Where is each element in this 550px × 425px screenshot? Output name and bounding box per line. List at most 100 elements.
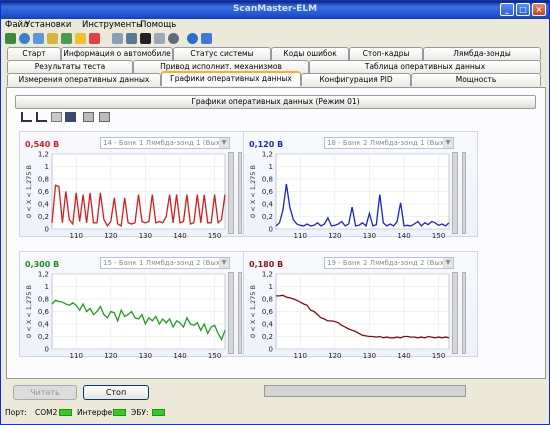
y-axis-label: 0 < X < 1,275 В: [249, 285, 257, 338]
read-button[interactable]: Читать: [13, 385, 77, 400]
x-tick-label: 140: [397, 232, 410, 238]
y-axis-label: 0 < X < 1,275 В: [25, 165, 33, 218]
dashboard-icon[interactable]: [47, 33, 58, 44]
y-axis-label: 0 < X < 1,275 В: [25, 285, 33, 338]
tab-lambda-sensors[interactable]: Лямбда-зонды: [423, 47, 541, 60]
x-tick-label: 140: [173, 232, 186, 238]
tab-live-data-graphs[interactable]: Графики оперативных данных: [161, 71, 301, 86]
monitor-icon[interactable]: [33, 33, 44, 44]
x-tick-label: 120: [104, 352, 117, 358]
tab-test-results[interactable]: Результаты теста: [7, 60, 133, 73]
horizontal-scrollbar[interactable]: [264, 385, 466, 397]
range-slider[interactable]: [228, 152, 234, 234]
y-tick-label: 0,8: [262, 176, 273, 184]
chart-panel-3: 0,300 В 15 - Банк 1 Лямбда-зонд 2 (Выход…: [19, 251, 254, 358]
window-title: ScanMaster-ELM: [232, 4, 318, 14]
port-value: COM2: [35, 408, 58, 417]
x-tick-label: 130: [363, 232, 376, 238]
tab-power[interactable]: Мощность: [411, 73, 541, 86]
about-icon[interactable]: [201, 33, 212, 44]
x-tick-label: 150: [432, 232, 445, 238]
minimize-button[interactable]: _: [500, 3, 514, 16]
tab-live-data-measure[interactable]: Измерения оперативных данных: [7, 73, 161, 86]
y-tick-label: 0: [269, 346, 273, 354]
line-chart: 0 0,2 0,4 0,6 0,8 1 1,2 110 120 130 140 150 0 < X < …: [25, 151, 226, 238]
menu-tools[interactable]: Инструменты: [82, 20, 143, 30]
tab-freeze-frames[interactable]: Стоп-кадры: [349, 47, 423, 60]
y-tick-label: 0,2: [262, 333, 273, 341]
tab-start[interactable]: Старт: [7, 47, 61, 60]
connect-icon[interactable]: [5, 33, 16, 44]
menu-bar: Файл Установки Инструменты Помощь: [1, 19, 549, 31]
open-file-icon[interactable]: [51, 112, 62, 122]
print-icon[interactable]: [83, 112, 94, 122]
tab-error-codes[interactable]: Коды ошибок: [271, 47, 349, 60]
close-button[interactable]: ×: [532, 3, 546, 16]
app-window: ScanMaster-ELM _ □ × Файл Установки Инст…: [0, 0, 550, 425]
x-tick-label: 130: [363, 352, 376, 358]
y-tick-label: 0,8: [38, 176, 49, 184]
x-tick-label: 150: [208, 232, 221, 238]
disc-icon[interactable]: [168, 33, 179, 44]
y-tick-label: 1,2: [38, 151, 49, 159]
info-icon[interactable]: [187, 33, 198, 44]
settings-icon[interactable]: [112, 33, 123, 44]
chart-panel-4: 0,180 В 19 - Банк 2 Лямбда-зонд 2 (Выход…: [243, 251, 478, 358]
x-tick-label: 120: [328, 232, 341, 238]
y-tick-label: 1: [45, 163, 49, 171]
y-tick-label: 1: [45, 283, 49, 291]
toolbar: [1, 31, 549, 47]
chart-settings-icon[interactable]: [21, 112, 32, 122]
tab-live-data-table[interactable]: Таблица оперативных данных: [309, 60, 541, 73]
menu-help[interactable]: Помощь: [140, 20, 176, 30]
scroll-slider[interactable]: [462, 152, 466, 234]
scroll-slider[interactable]: [238, 272, 242, 354]
display-icon[interactable]: [140, 33, 151, 44]
tab-vehicle-info[interactable]: Информация о автомобиле: [61, 47, 173, 60]
y-tick-label: 1,2: [38, 271, 49, 279]
graphs-panel: Графики оперативных данных (Режим 01) 0,…: [6, 87, 546, 379]
y-tick-label: 0,4: [38, 321, 50, 329]
screen-icon[interactable]: [126, 33, 137, 44]
y-tick-label: 1,2: [262, 271, 273, 279]
range-slider[interactable]: [452, 272, 458, 354]
y-tick-label: 0: [269, 226, 273, 234]
line-chart: 0 0,2 0,4 0,6 0,8 1 1,2 110 120 130 140 150 0 < X < …: [25, 271, 226, 358]
globe-icon[interactable]: [19, 33, 30, 44]
y-tick-label: 0,2: [262, 213, 273, 221]
chart-zoom-icon[interactable]: [36, 112, 47, 122]
y-tick-label: 0,8: [38, 296, 49, 304]
grid-icon[interactable]: [154, 33, 165, 44]
x-tick-label: 110: [70, 352, 83, 358]
range-slider[interactable]: [452, 152, 458, 234]
y-tick-label: 0: [45, 346, 49, 354]
y-tick-label: 0,6: [38, 308, 50, 316]
tab-strip: Старт Информация о автомобиле Статус сис…: [5, 47, 545, 87]
stop-button[interactable]: Стоп: [83, 385, 149, 400]
print-preview-icon[interactable]: [99, 112, 110, 122]
y-tick-label: 0,2: [38, 213, 49, 221]
scroll-slider[interactable]: [238, 152, 242, 234]
dollar-icon[interactable]: [75, 33, 86, 44]
chart-icon[interactable]: [61, 33, 72, 44]
y-tick-label: 0,6: [262, 188, 274, 196]
tab-system-status[interactable]: Статус системы: [173, 47, 271, 60]
x-tick-label: 130: [139, 352, 152, 358]
scroll-slider[interactable]: [462, 272, 466, 354]
x-tick-label: 140: [173, 352, 186, 358]
y-tick-label: 1,2: [262, 151, 273, 159]
chart-panel-2: 0,120 В 18 - Банк 2 Лямбда-зонд 1 (Выход…: [243, 131, 478, 238]
maximize-button[interactable]: □: [516, 3, 530, 16]
title-bar[interactable]: ScanMaster-ELM _ □ ×: [1, 1, 549, 19]
ecu-status-led: [152, 409, 165, 416]
y-tick-label: 0,8: [262, 296, 273, 304]
range-slider[interactable]: [228, 272, 234, 354]
save-icon[interactable]: [65, 112, 76, 122]
alert-icon[interactable]: [89, 33, 100, 44]
menu-settings[interactable]: Установки: [25, 20, 71, 30]
x-tick-label: 140: [397, 352, 410, 358]
y-tick-label: 0,2: [38, 333, 49, 341]
tab-pid-config[interactable]: Конфигурация PID: [301, 73, 411, 86]
interface-status-led: [113, 409, 126, 416]
ecu-label: ЭБУ:: [131, 408, 149, 417]
